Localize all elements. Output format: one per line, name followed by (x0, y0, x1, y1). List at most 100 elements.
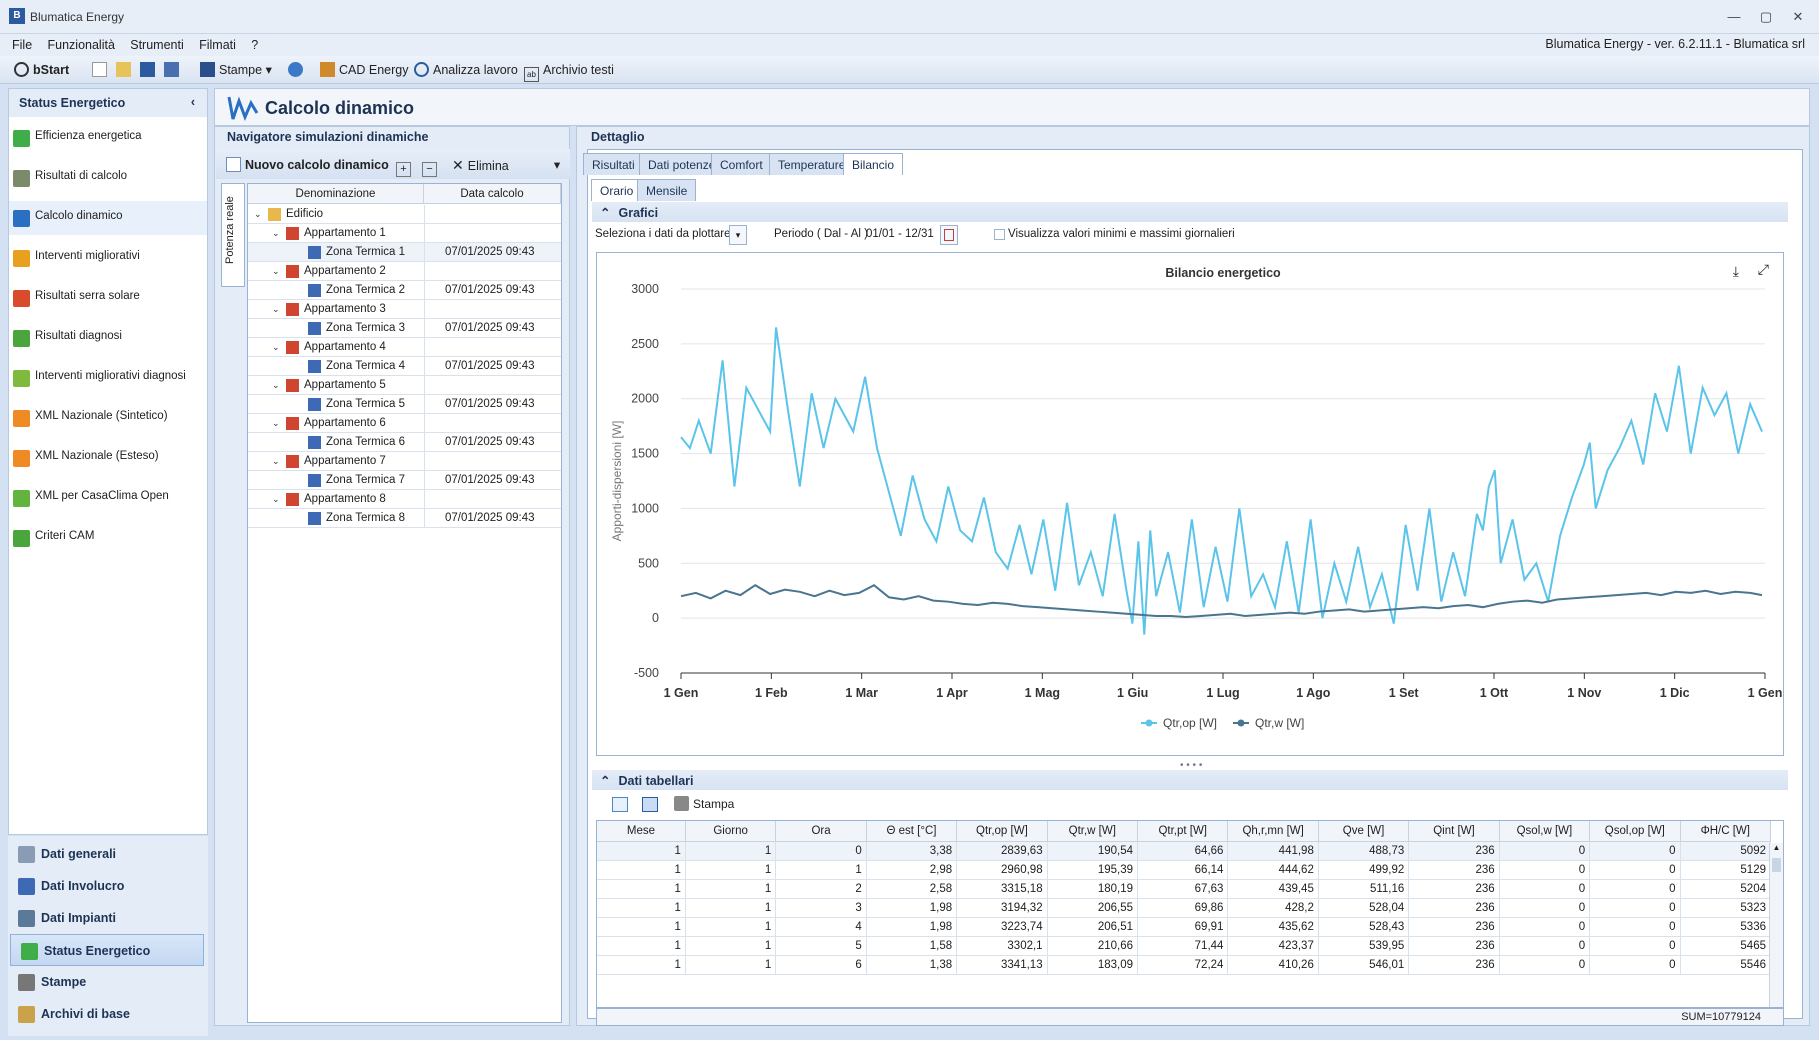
nav-dati-impianti[interactable]: Dati Impianti (8, 902, 208, 934)
calendar-icon[interactable] (940, 225, 958, 245)
close-button[interactable]: ✕ (1788, 8, 1808, 26)
expand-chevron-icon[interactable]: ⌄ (254, 205, 262, 224)
expand-chevron-icon[interactable]: ⌄ (272, 414, 280, 433)
tree-row[interactable]: Zona Termica 8 07/01/2025 09:43 (248, 509, 561, 528)
table-row[interactable]: 1 1 3 1,98 3194,32 206,55 69,86 428,2 528,04 236 0… (597, 898, 1772, 918)
table-row[interactable]: 1 1 5 1,58 3302,1 210,66 71,44 423,37 539,95 236 0… (597, 936, 1772, 956)
grafici-section-header[interactable]: ⌃ Grafici (592, 202, 1788, 222)
table-column-header[interactable]: Qsol,op [W] (1589, 821, 1681, 842)
tree-row[interactable]: ⌄ Appartamento 5 (248, 376, 561, 395)
table-column-header[interactable]: Giorno (685, 821, 777, 842)
grid-view-icon[interactable] (612, 797, 628, 812)
column-header-denominazione[interactable]: Denominazione (248, 184, 424, 204)
tree-row[interactable]: Zona Termica 4 07/01/2025 09:43 (248, 357, 561, 376)
min-max-checkbox[interactable] (994, 229, 1005, 240)
table-column-header[interactable]: Qve [W] (1318, 821, 1410, 842)
analizza-lavoro-button[interactable]: Analizza lavoro (414, 60, 518, 80)
settings-button[interactable] (288, 60, 307, 80)
cad-energy-button[interactable]: CAD Energy (320, 60, 408, 80)
tree-row[interactable]: Zona Termica 2 07/01/2025 09:43 (248, 281, 561, 300)
table-column-header[interactable]: Qint [W] (1408, 821, 1500, 842)
sidebar-item-interventi-migliorativi[interactable]: Interventi migliorativi (9, 241, 207, 275)
tree-row[interactable]: ⌄ Appartamento 1 (248, 224, 561, 243)
tree-row[interactable]: Zona Termica 1 07/01/2025 09:43 (248, 243, 561, 262)
scroll-up-icon[interactable]: ▲ (1770, 843, 1783, 852)
menu-filmati[interactable]: Filmati (193, 36, 242, 54)
table-row[interactable]: 1 1 0 3,38 2839,63 190,54 64,66 441,98 488,73 236… (597, 841, 1772, 861)
sidebar-item-risultati-diagnosi[interactable]: Risultati diagnosi (9, 321, 207, 355)
sidebar-item-calcolo-dinamico[interactable]: Calcolo dinamico (9, 201, 207, 235)
menu-help[interactable]: ? (245, 36, 264, 54)
table-row[interactable]: 1 1 6 1,38 3341,13 183,09 72,24 410,26 546,01 236… (597, 955, 1772, 975)
column-header-data-calcolo[interactable]: Data calcolo (424, 184, 561, 204)
table-column-header[interactable]: Qtr,pt [W] (1137, 821, 1229, 842)
scroll-thumb[interactable] (1772, 858, 1781, 872)
table-column-header[interactable]: Mese (597, 821, 686, 842)
sidebar-item-risultati-serra-solare[interactable]: Risultati serra solare (9, 281, 207, 315)
expand-chevron-icon[interactable]: ⌄ (272, 338, 280, 357)
bstart-button[interactable]: bStart (14, 60, 69, 80)
sidebar-item-interventi-migliorativi-diagnosi[interactable]: Interventi migliorativi diagnosi (9, 361, 207, 395)
tab-bilancio[interactable]: Bilancio (843, 153, 904, 175)
menu-file[interactable]: File (6, 36, 38, 54)
tree-row[interactable]: ⌄ Appartamento 3 (248, 300, 561, 319)
tree-row[interactable]: ⌄ Appartamento 6 (248, 414, 561, 433)
table-row[interactable]: 1 1 4 1,98 3223,74 206,51 69,91 435,62 528,43 236… (597, 917, 1772, 937)
restore-button[interactable]: ▢ (1756, 8, 1776, 26)
sidebar-item-efficienza-energetica[interactable]: Efficienza energetica (9, 121, 207, 155)
subtab-mensile[interactable]: Mensile (637, 179, 697, 201)
tree-row[interactable]: ⌄ Appartamento 7 (248, 452, 561, 471)
tab-risultati[interactable]: Risultati (583, 153, 644, 175)
tree-row[interactable]: ⌄ Edificio (248, 205, 561, 224)
table-scrollbar[interactable]: ▲ (1769, 843, 1783, 1007)
tree-row[interactable]: Zona Termica 3 07/01/2025 09:43 (248, 319, 561, 338)
collapse-all-button[interactable]: − (422, 155, 441, 177)
sidebar-item-xml-nazionale-sintetico-[interactable]: XML Nazionale (Sintetico) (9, 401, 207, 435)
export-icon[interactable] (642, 797, 658, 812)
new-file-button[interactable] (92, 60, 111, 80)
tree-row[interactable]: ⌄ Appartamento 8 (248, 490, 561, 509)
expand-chevron-icon[interactable]: ⌄ (272, 300, 280, 319)
nav-archivi-di-base[interactable]: Archivi di base (8, 998, 208, 1030)
menu-funzionalita[interactable]: Funzionalità (42, 36, 121, 54)
tree-row[interactable]: ⌄ Appartamento 4 (248, 338, 561, 357)
collapse-chevron-icon[interactable]: ‹ (191, 95, 195, 109)
table-column-header[interactable]: Qsol,w [W] (1499, 821, 1591, 842)
table-column-header[interactable]: Qtr,op [W] (956, 821, 1048, 842)
dati-tabellari-section-header[interactable]: ⌃ Dati tabellari (592, 770, 1788, 790)
tree-row[interactable]: Zona Termica 7 07/01/2025 09:43 (248, 471, 561, 490)
sidebar-item-xml-nazionale-esteso-[interactable]: XML Nazionale (Esteso) (9, 441, 207, 475)
new-dynamic-calc-button[interactable]: Nuovo calcolo dinamico (226, 155, 389, 175)
save-button[interactable] (140, 60, 159, 80)
table-column-header[interactable]: Qtr,w [W] (1047, 821, 1139, 842)
table-column-header[interactable]: ΦH/C [W] (1680, 821, 1772, 842)
print-button[interactable]: Stampa (674, 796, 734, 811)
expand-chevron-icon[interactable]: ⌄ (272, 490, 280, 509)
fullscreen-icon[interactable]: ⤢ (1758, 261, 1769, 278)
minimize-button[interactable]: — (1724, 8, 1744, 26)
stampe-dropdown[interactable]: Stampe ▾ (200, 60, 272, 80)
tree-row[interactable]: Zona Termica 6 07/01/2025 09:43 (248, 433, 561, 452)
menu-strumenti[interactable]: Strumenti (124, 36, 190, 54)
save-all-button[interactable] (164, 60, 183, 80)
table-column-header[interactable]: Ora (775, 821, 867, 842)
tree-row[interactable]: Zona Termica 5 07/01/2025 09:43 (248, 395, 561, 414)
side-tab-potenza-reale[interactable]: Potenza reale (221, 183, 245, 287)
table-row[interactable]: 1 1 2 2,58 3315,18 180,19 67,63 439,45 511,16 236… (597, 879, 1772, 899)
delete-button[interactable]: ✕ Elimina (452, 155, 509, 175)
expand-chevron-icon[interactable]: ⌄ (272, 376, 280, 395)
table-row[interactable]: 1 1 1 2,98 2960,98 195,39 66,14 444,62 499,92 236… (597, 860, 1772, 880)
sidebar-item-risultati-di-calcolo[interactable]: Risultati di calcolo (9, 161, 207, 195)
tab-comfort[interactable]: Comfort (711, 153, 772, 175)
table-column-header[interactable]: Θ est [°C] (866, 821, 958, 842)
nav-status-energetico[interactable]: Status Energetico (10, 934, 204, 966)
nav-stampe[interactable]: Stampe (8, 966, 208, 998)
select-data-dropdown[interactable]: ▾ (729, 225, 747, 245)
expand-chevron-icon[interactable]: ⌄ (272, 452, 280, 471)
open-button[interactable] (116, 60, 135, 80)
tree-row[interactable]: ⌄ Appartamento 2 (248, 262, 561, 281)
archivio-testi-button[interactable]: ab Archivio testi (524, 60, 614, 82)
nav-dati-involucro[interactable]: Dati Involucro (8, 870, 208, 902)
download-icon[interactable]: ⤓ (1733, 263, 1739, 280)
sidebar-item-xml-per-casaclima-open[interactable]: XML per CasaClima Open (9, 481, 207, 515)
